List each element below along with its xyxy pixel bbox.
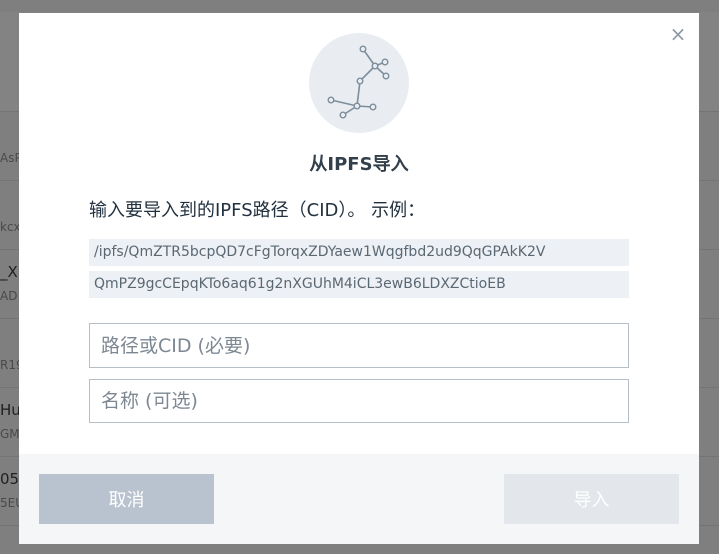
background-row-text: kcx bbox=[0, 220, 21, 234]
ipfs-tree-icon bbox=[309, 33, 409, 133]
dialog-description: 输入要导入到的IPFS路径（CID）。 示例： bbox=[89, 200, 426, 221]
background-row-text: AD bbox=[0, 289, 18, 303]
dialog-footer: 取消 导入 bbox=[19, 454, 699, 544]
close-icon[interactable]: × bbox=[669, 23, 687, 45]
dialog-title: 从IPFS导入 bbox=[309, 154, 409, 175]
path-or-cid-input[interactable] bbox=[89, 323, 629, 368]
background-row-title: Hu bbox=[0, 401, 21, 419]
import-from-ipfs-dialog: × 从IPFS导入 输入要导入到的IPFS路径（CID）。 示例： /ipfs/… bbox=[19, 13, 699, 544]
import-button[interactable]: 导入 bbox=[504, 474, 679, 524]
name-input[interactable] bbox=[89, 379, 629, 423]
background-row-title: _X bbox=[0, 263, 18, 281]
cancel-button[interactable]: 取消 bbox=[39, 474, 214, 524]
example-cid: QmPZ9gcCEpqKTo6aq61g2nXGUhM4iCL3ewB6LDXZ… bbox=[89, 271, 629, 298]
example-path: /ipfs/QmZTR5bcpQD7cFgTorqxZDYaew1Wqgfbd2… bbox=[89, 239, 629, 266]
